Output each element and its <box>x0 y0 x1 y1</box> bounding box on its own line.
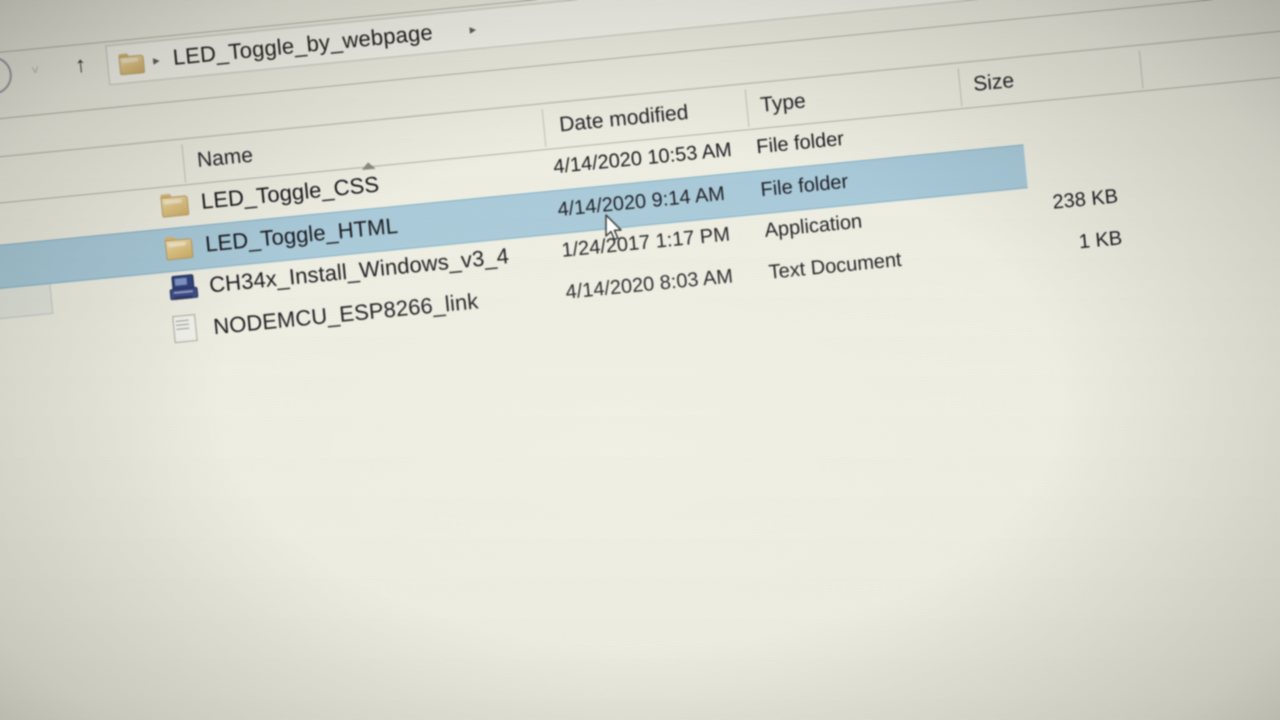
column-header-size[interactable]: Size <box>972 69 1015 97</box>
explorer-window-wrapper: ◂ ˅ ↑ ▸ LED_Toggle_by_webpage ▸ Favorite… <box>0 0 1280 720</box>
folder-icon <box>118 52 146 76</box>
up-arrow-icon[interactable]: ↑ <box>74 52 87 78</box>
file-size: 1 KB <box>1077 227 1124 254</box>
breadcrumb-separator-icon[interactable]: ▸ <box>469 21 477 38</box>
explorer-window: ◂ ˅ ↑ ▸ LED_Toggle_by_webpage ▸ Favorite… <box>0 0 1280 720</box>
navigation-pane: Favorites Desktop Downloads Recent place… <box>0 116 140 337</box>
folder-icon <box>164 235 194 262</box>
back-button[interactable]: ◂ <box>0 54 14 97</box>
file-date: 1/24/2017 1:17 PM <box>560 223 731 262</box>
file-size: 238 KB <box>1051 185 1120 214</box>
mouse-pointer-icon <box>604 214 626 244</box>
application-icon <box>168 274 199 301</box>
text-document-icon <box>172 314 202 344</box>
file-size <box>974 145 1113 159</box>
forward-caret-icon[interactable]: ˅ <box>31 62 40 78</box>
column-separator[interactable] <box>541 109 547 148</box>
folder-icon <box>160 192 190 219</box>
column-header-date-modified[interactable]: Date modified <box>558 101 689 138</box>
column-separator[interactable] <box>181 144 187 183</box>
file-type: File folder <box>759 170 850 202</box>
photographed-screen: LED_Toggle_by_webpage ◂ ˅ ↑ <box>0 0 1280 720</box>
file-type: Text Document <box>767 248 903 284</box>
file-type: File folder <box>755 127 845 159</box>
column-header-type[interactable]: Type <box>759 89 807 117</box>
file-date: 4/14/2020 8:03 AM <box>564 265 734 304</box>
file-date: 4/14/2020 10:53 AM <box>552 138 733 179</box>
column-separator[interactable] <box>957 68 963 107</box>
column-separator[interactable] <box>744 89 750 128</box>
column-header-name[interactable]: Name <box>196 144 254 173</box>
file-date: 4/14/2020 9:14 AM <box>556 182 726 222</box>
breadcrumb-separator-icon: ▸ <box>152 52 161 68</box>
file-type: Application <box>763 210 864 242</box>
column-separator[interactable] <box>1138 50 1144 89</box>
